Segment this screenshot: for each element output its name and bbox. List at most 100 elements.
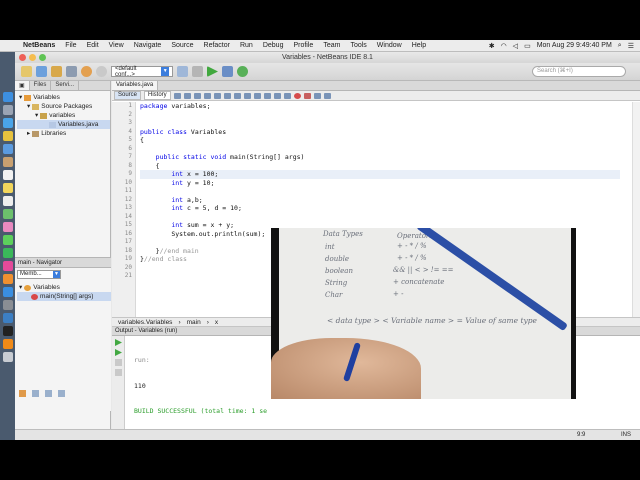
profile-icon[interactable] — [237, 66, 248, 77]
itunes-icon[interactable] — [2, 261, 13, 271]
code-line[interactable]: public class Variables — [140, 128, 620, 137]
mail-icon[interactable] — [2, 144, 13, 154]
tree-item-libraries[interactable]: ▸ Libraries — [17, 129, 110, 138]
rerun-icon[interactable] — [115, 339, 122, 346]
code-line[interactable]: int y = 10; — [140, 179, 620, 188]
minimize-window-icon[interactable] — [29, 54, 36, 61]
netbeans-icon[interactable] — [2, 313, 13, 323]
menu-file[interactable]: File — [60, 42, 81, 49]
maps-icon[interactable] — [2, 209, 13, 219]
forward-icon[interactable] — [193, 92, 201, 99]
redo-icon[interactable] — [96, 66, 107, 77]
breadcrumb-field[interactable]: x — [215, 319, 218, 326]
expand-icon[interactable]: ▾ — [19, 283, 22, 292]
wifi-icon[interactable]: ◠ — [501, 42, 507, 50]
config-select[interactable]: <default conf...> ▼ — [111, 66, 173, 78]
clock[interactable]: Mon Aug 29 9:49:40 PM — [537, 42, 612, 49]
filter-nonpublic-icon[interactable] — [58, 390, 65, 397]
trash-icon[interactable] — [2, 352, 13, 362]
navigator-filter-select[interactable]: Memb... ▼ — [17, 270, 61, 279]
expand-icon[interactable]: ▸ — [27, 129, 30, 138]
code-line[interactable]: { — [140, 162, 620, 171]
appstore-icon[interactable] — [2, 287, 13, 297]
source-button[interactable]: Source — [114, 91, 142, 100]
vlc-icon[interactable] — [2, 339, 13, 349]
shift-right-icon[interactable] — [283, 92, 291, 99]
terminal-icon[interactable] — [2, 326, 13, 336]
menu-source[interactable]: Source — [166, 42, 198, 49]
volume-icon[interactable]: ◁ — [513, 42, 518, 50]
menu-tools[interactable]: Tools — [345, 42, 371, 49]
shift-left-icon[interactable] — [273, 92, 281, 99]
preferences-icon[interactable] — [2, 300, 13, 310]
toggle-bookmark-icon[interactable] — [263, 92, 271, 99]
filter-static-icon[interactable] — [45, 390, 52, 397]
find-icon[interactable] — [203, 92, 211, 99]
zoom-window-icon[interactable] — [39, 54, 46, 61]
menu-team[interactable]: Team — [318, 42, 345, 49]
navigator-item-method[interactable]: main(String[] args) — [17, 292, 111, 301]
editor-scrollbar[interactable] — [632, 102, 640, 317]
tab-services[interactable]: Servi... — [51, 81, 80, 90]
notes-icon[interactable] — [2, 183, 13, 193]
safari-icon[interactable] — [2, 118, 13, 128]
spotlight-icon[interactable]: ⌕ — [618, 42, 622, 50]
code-line[interactable] — [140, 111, 620, 120]
filter-fields-icon[interactable] — [32, 390, 39, 397]
menu-view[interactable]: View — [104, 42, 129, 49]
next-bookmark-icon[interactable] — [253, 92, 261, 99]
notifications-icon[interactable]: ☰ — [628, 42, 634, 50]
code-line[interactable] — [140, 119, 620, 128]
finder-icon[interactable] — [2, 92, 13, 102]
tab-projects-icon[interactable]: ▣ — [15, 81, 30, 90]
calendar-icon[interactable] — [2, 170, 13, 180]
clean-build-icon[interactable] — [192, 66, 203, 77]
menu-debug[interactable]: Debug — [258, 42, 289, 49]
uncomment-icon[interactable] — [323, 92, 331, 99]
contacts-icon[interactable] — [2, 157, 13, 167]
menu-edit[interactable]: Edit — [82, 42, 104, 49]
launchpad-icon[interactable] — [2, 105, 13, 115]
toggle-highlight-icon[interactable] — [233, 92, 241, 99]
chrome-icon[interactable] — [2, 131, 13, 141]
new-file-icon[interactable] — [21, 66, 32, 77]
menu-refactor[interactable]: Refactor — [199, 42, 235, 49]
run-icon[interactable] — [207, 66, 218, 77]
reminders-icon[interactable] — [2, 196, 13, 206]
code-line[interactable]: package variables; — [140, 102, 620, 111]
back-icon[interactable] — [183, 92, 191, 99]
close-window-icon[interactable] — [19, 54, 26, 61]
new-project-icon[interactable] — [36, 66, 47, 77]
tree-item-source-packages[interactable]: ▾ Source Packages — [17, 102, 110, 111]
stop-icon[interactable] — [115, 359, 122, 366]
code-line[interactable]: int x = 100; — [140, 170, 620, 179]
rerun-config-icon[interactable] — [115, 349, 122, 356]
navigator-item-class[interactable]: ▾ Variables — [17, 283, 111, 292]
set-config-icon[interactable] — [177, 66, 188, 77]
menu-app[interactable]: NetBeans — [18, 42, 60, 49]
debug-icon[interactable] — [222, 66, 233, 77]
menu-navigate[interactable]: Navigate — [129, 42, 167, 49]
code-line[interactable]: { — [140, 136, 620, 145]
start-macro-icon[interactable] — [293, 92, 301, 99]
save-all-icon[interactable] — [66, 66, 77, 77]
menu-help[interactable]: Help — [407, 42, 431, 49]
expand-icon[interactable]: ▾ — [27, 102, 30, 111]
comment-icon[interactable] — [313, 92, 321, 99]
last-edit-icon[interactable] — [173, 92, 181, 99]
undo-icon[interactable] — [81, 66, 92, 77]
tab-files[interactable]: Files — [30, 81, 52, 90]
menu-profile[interactable]: Profile — [288, 42, 318, 49]
code-line[interactable]: int a,b; — [140, 196, 620, 205]
bluetooth-icon[interactable]: ✱ — [489, 42, 495, 50]
menu-window[interactable]: Window — [372, 42, 407, 49]
code-line[interactable]: int c = 5, d = 10; — [140, 204, 620, 213]
code-line[interactable] — [140, 145, 620, 154]
prev-bookmark-icon[interactable] — [243, 92, 251, 99]
open-project-icon[interactable] — [51, 66, 62, 77]
ibooks-icon[interactable] — [2, 274, 13, 284]
menu-run[interactable]: Run — [235, 42, 258, 49]
editor-tab-variables-java[interactable]: Variables.java — [112, 81, 159, 90]
code-line[interactable] — [140, 187, 620, 196]
tree-item-file[interactable]: Variables.java — [17, 120, 110, 129]
